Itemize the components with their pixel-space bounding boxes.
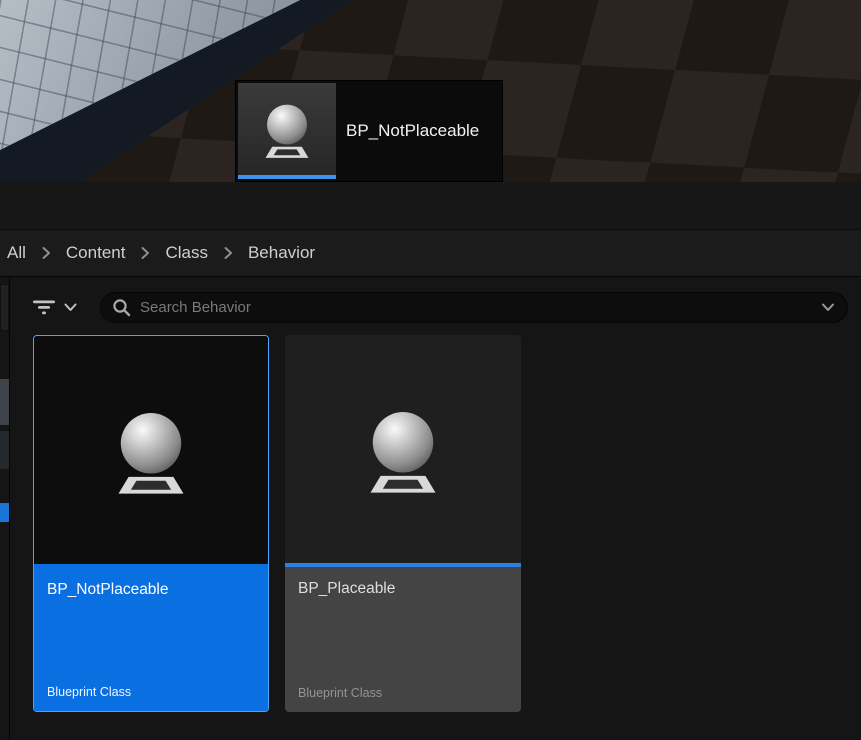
search-box [100, 292, 848, 323]
breadcrumb-item-behavior[interactable]: Behavior [248, 243, 315, 263]
level-viewport[interactable]: BP_NotPlaceable [0, 0, 861, 182]
progress-bar [238, 175, 336, 179]
collapsed-panel-item[interactable] [0, 379, 9, 425]
collapsed-panel-item-selected[interactable] [0, 503, 9, 522]
breadcrumb-chevron-icon [41, 246, 51, 260]
drag-asset-name: BP_NotPlaceable [346, 121, 479, 141]
breadcrumb-chevron-icon [140, 246, 150, 260]
sphere-icon [250, 92, 324, 166]
asset-type-label: Blueprint Class [298, 686, 508, 700]
filter-icon [32, 298, 56, 316]
asset-type-label: Blueprint Class [47, 685, 255, 699]
path-breadcrumb: All Content Class Behavior [0, 230, 861, 277]
unreal-editor-content-browser: BP_NotPlaceable All Content Class Behavi… [0, 0, 861, 740]
breadcrumb-item-all[interactable]: All [7, 243, 26, 263]
asset-info: BP_NotPlaceable Blueprint Class [34, 568, 268, 711]
search-input[interactable] [140, 299, 821, 316]
breadcrumb-chevron-icon [223, 246, 233, 260]
blueprint-thumbnail [238, 83, 336, 175]
chevron-down-icon [64, 303, 77, 312]
asset-name: BP_NotPlaceable [47, 581, 255, 599]
asset-name: BP_Placeable [298, 580, 508, 598]
breadcrumb-item-content[interactable]: Content [66, 243, 126, 263]
collapsed-panel-item[interactable] [0, 431, 9, 469]
content-browser-header [0, 182, 861, 230]
sphere-icon [95, 394, 207, 506]
filter-button[interactable] [32, 294, 90, 320]
asset-tile-bp-notplaceable[interactable]: BP_NotPlaceable Blueprint Class [33, 335, 269, 712]
asset-thumbnail [285, 335, 521, 563]
breadcrumb-item-class[interactable]: Class [165, 243, 208, 263]
search-icon [112, 298, 131, 317]
saved-search-dropdown[interactable] [821, 303, 835, 312]
asset-info: BP_Placeable Blueprint Class [285, 567, 521, 712]
collapsed-left-panel [0, 277, 10, 740]
collapsed-panel-item[interactable] [0, 284, 9, 331]
sphere-icon [347, 393, 459, 505]
asset-thumbnail [34, 336, 268, 564]
drag-preview-tooltip: BP_NotPlaceable [235, 80, 503, 182]
chevron-down-icon [821, 303, 835, 312]
asset-tile-bp-placeable[interactable]: BP_Placeable Blueprint Class [285, 335, 521, 712]
